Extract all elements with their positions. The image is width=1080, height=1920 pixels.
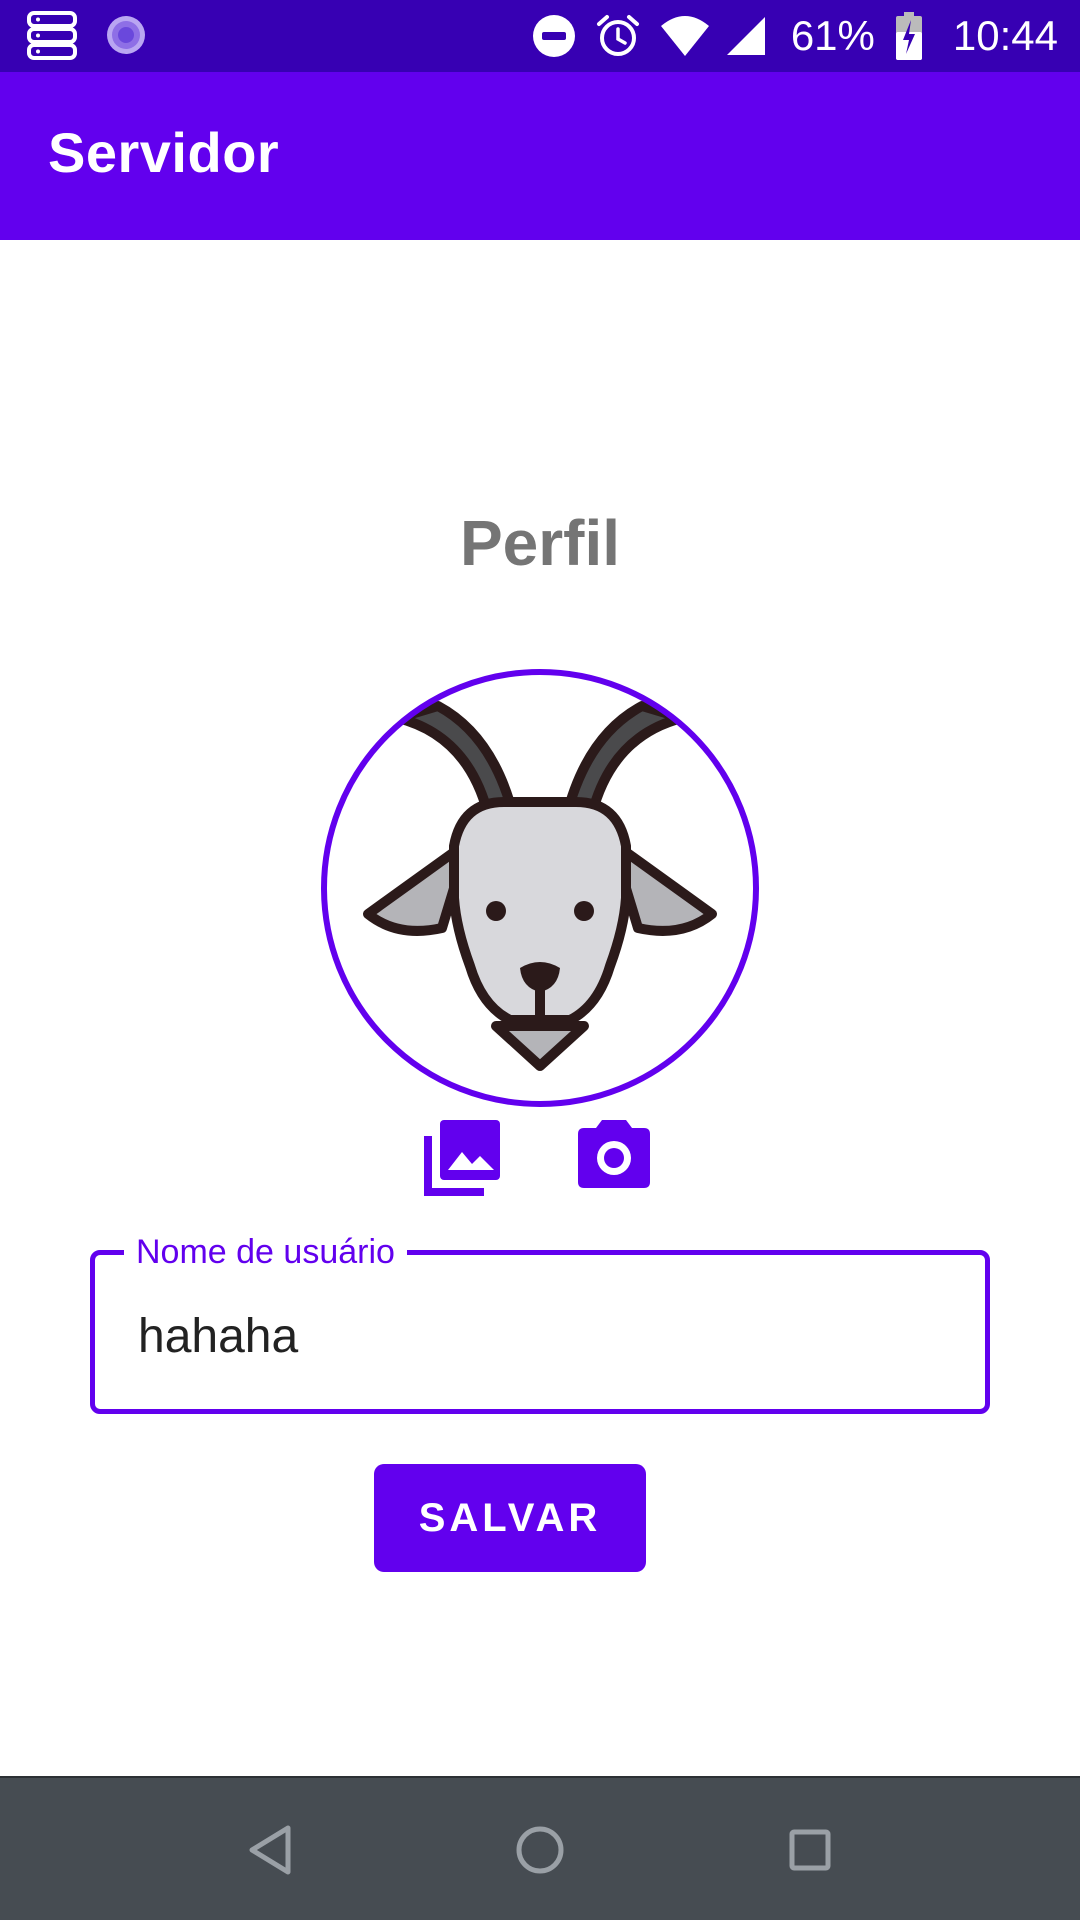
home-button[interactable]: [504, 1814, 576, 1886]
goat-icon: [321, 669, 759, 1107]
server-stack-icon: [26, 10, 78, 60]
alarm-icon: [595, 13, 641, 59]
battery-percent: 61%: [790, 12, 875, 59]
clock: 10:44: [952, 12, 1058, 59]
wifi-icon: [659, 14, 711, 58]
recents-icon: [789, 1829, 831, 1871]
gallery-button[interactable]: [424, 1116, 504, 1196]
battery-charging-icon: [895, 12, 923, 60]
camera-button[interactable]: [574, 1116, 654, 1196]
camera-icon: [578, 1120, 650, 1188]
app-title: Servidor: [48, 121, 280, 184]
username-label: Nome de usuário: [124, 1230, 407, 1274]
back-icon: [249, 1825, 291, 1875]
home-icon: [516, 1826, 564, 1874]
page-title: Perfil: [459, 507, 621, 579]
navigation-bar: [0, 1776, 1080, 1920]
loading-icon: [104, 13, 148, 57]
back-button[interactable]: [234, 1814, 306, 1886]
recents-button[interactable]: [774, 1814, 846, 1886]
do-not-disturb-icon: [531, 13, 577, 59]
app-bar: Servidor: [0, 72, 1080, 240]
save-button[interactable]: SALVAR: [374, 1464, 646, 1572]
username-input[interactable]: [138, 1300, 958, 1372]
profile-avatar[interactable]: [318, 666, 762, 1110]
signal-icon: [725, 15, 767, 57]
gallery-icon: [424, 1120, 500, 1196]
status-bar: 61% 10:44: [0, 0, 1080, 72]
